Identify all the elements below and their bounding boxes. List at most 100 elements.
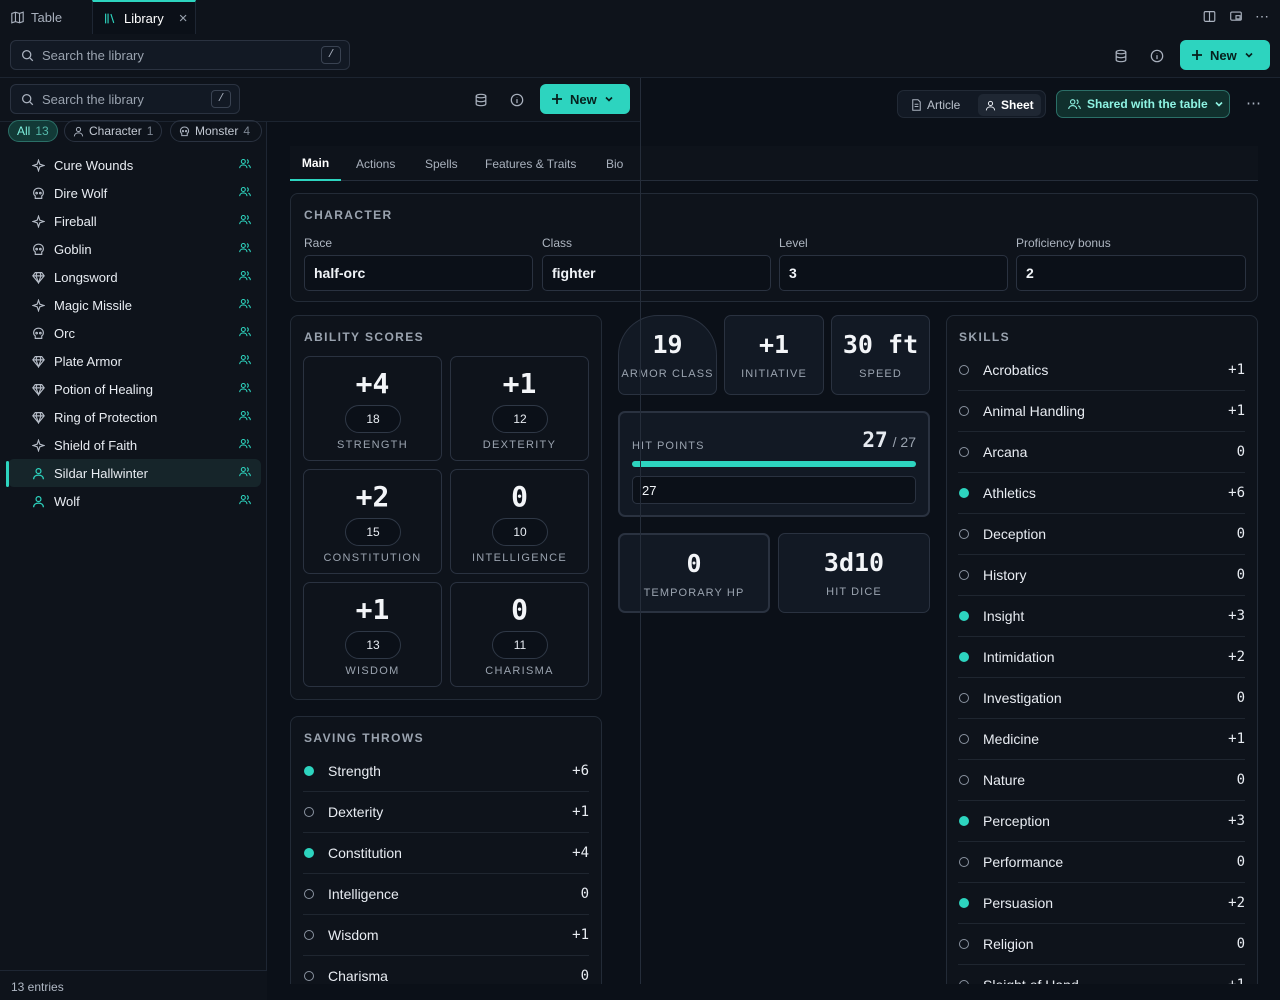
skill-row[interactable]: Arcana 0 [958,432,1245,473]
sidebar-item[interactable]: Goblin [8,235,261,263]
ability-card[interactable]: 0 10 INTELLIGENCE [450,469,589,574]
proficiency-toggle[interactable] [304,807,314,817]
sheet-view-button[interactable]: Sheet [978,94,1041,116]
proficiency-toggle[interactable] [959,488,969,498]
skill-row[interactable]: Religion 0 [958,924,1245,965]
sidebar-item[interactable]: Orc [8,319,261,347]
skill-row[interactable]: Intimidation +2 [958,637,1245,678]
ability-score-input[interactable]: 10 [492,518,548,546]
filter-chip-monster[interactable]: Monster 4 [170,120,262,142]
sidebar-item[interactable]: Magic Missile [8,291,261,319]
ability-score-input[interactable]: 11 [492,631,548,659]
skill-row[interactable]: History 0 [958,555,1245,596]
ability-card[interactable]: +4 18 STRENGTH [303,356,442,461]
skill-row[interactable]: Perception +3 [958,801,1245,842]
proficiency-toggle[interactable] [959,734,969,744]
sidebar-item[interactable]: Longsword [8,263,261,291]
close-icon[interactable]: × [179,10,188,27]
proficiency-toggle[interactable] [959,529,969,539]
sidebar-item[interactable]: Sildar Hallwinter [8,459,261,487]
proficiency-toggle[interactable] [959,652,969,662]
sidebar-item[interactable]: Dire Wolf [8,179,261,207]
ability-score-input[interactable]: 12 [492,405,548,433]
filter-chip-all[interactable]: All 13 [8,120,58,142]
proficiency-toggle[interactable] [304,930,314,940]
proficiency-toggle[interactable] [959,816,969,826]
saving-throw-row[interactable]: Wisdom +1 [303,915,589,956]
new-entry-button[interactable]: New [540,84,630,114]
proficiency-toggle[interactable] [959,939,969,949]
saving-throw-row[interactable]: Dexterity +1 [303,792,589,833]
proficiency-toggle[interactable] [959,898,969,908]
sidebar-item[interactable]: Wolf [8,487,261,515]
proficiency-toggle[interactable] [959,693,969,703]
race-field[interactable]: half-orc [304,255,533,291]
ability-score-input[interactable]: 13 [345,631,401,659]
tab-table[interactable]: Table [0,0,92,34]
proficiency-toggle[interactable] [304,971,314,981]
proficiency-toggle[interactable] [304,766,314,776]
sidebar-item[interactable]: Plate Armor [8,347,261,375]
proficiency-toggle[interactable] [304,889,314,899]
database-icon[interactable] [1109,44,1133,68]
saving-throw-row[interactable]: Intelligence 0 [303,874,589,915]
tab-spells[interactable]: Spells [425,146,458,181]
saving-throw-row[interactable]: Strength +6 [303,751,589,792]
sidebar-item[interactable]: Cure Wounds [8,151,261,179]
new-button[interactable]: New [1180,40,1270,70]
more-options-icon[interactable]: ⋯ [1246,94,1261,112]
sidebar-item[interactable]: Potion of Healing [8,375,261,403]
ability-card[interactable]: +1 13 WISDOM [303,582,442,687]
ability-card[interactable]: +2 15 CONSTITUTION [303,469,442,574]
tab-bio[interactable]: Bio [606,146,623,181]
tab-library[interactable]: Library × [92,0,196,34]
proficiency-toggle[interactable] [959,365,969,375]
skill-row[interactable]: Medicine +1 [958,719,1245,760]
ability-score-input[interactable]: 15 [345,518,401,546]
skill-row[interactable]: Performance 0 [958,842,1245,883]
more-icon[interactable]: ⋯ [1255,8,1269,25]
info-icon[interactable] [505,88,529,112]
sidebar-item[interactable]: Shield of Faith [8,431,261,459]
filter-chip-character[interactable]: Character 1 [64,120,163,142]
sidebar-item[interactable]: Ring of Protection [8,403,261,431]
proficiency-toggle[interactable] [959,857,969,867]
proficiency-toggle[interactable] [959,611,969,621]
info-icon[interactable] [1145,44,1169,68]
ability-card[interactable]: +1 12 DEXTERITY [450,356,589,461]
proficiency-toggle[interactable] [959,570,969,580]
hit-dice-card[interactable]: 3d10 HIT DICE [778,533,930,613]
panel-divider[interactable] [640,78,641,984]
split-view-icon[interactable] [1203,10,1216,23]
class-field[interactable]: fighter [542,255,771,291]
skill-row[interactable]: Acrobatics +1 [958,350,1245,391]
skill-row[interactable]: Animal Handling +1 [958,391,1245,432]
proficiency-toggle[interactable] [959,775,969,785]
library-search-input[interactable]: Search the library / [10,84,240,114]
window-icon[interactable] [1229,10,1243,23]
skill-row[interactable]: Athletics +6 [958,473,1245,514]
proficiency-field[interactable]: 2 [1016,255,1246,291]
skill-row[interactable]: Insight +3 [958,596,1245,637]
global-search-input[interactable]: Search the library / [10,40,350,70]
sidebar-item[interactable]: Fireball [8,207,261,235]
ability-score-input[interactable]: 18 [345,405,401,433]
tab-actions[interactable]: Actions [356,146,395,181]
speed-card[interactable]: 30 ft SPEED [831,315,930,395]
article-view-button[interactable]: Article [904,94,967,116]
proficiency-toggle[interactable] [304,848,314,858]
share-button[interactable]: Shared with the table [1056,90,1230,118]
proficiency-toggle[interactable] [959,447,969,457]
skill-row[interactable]: Deception 0 [958,514,1245,555]
armor-class-card[interactable]: 19 ARMOR CLASS [618,315,717,395]
initiative-card[interactable]: +1 INITIATIVE [724,315,824,395]
tab-features-traits[interactable]: Features & Traits [485,146,576,181]
tab-main[interactable]: Main [290,146,341,181]
skill-row[interactable]: Investigation 0 [958,678,1245,719]
database-icon[interactable] [469,88,493,112]
level-field[interactable]: 3 [779,255,1008,291]
saving-throw-row[interactable]: Constitution +4 [303,833,589,874]
hp-input[interactable]: 27 [632,476,916,504]
skill-row[interactable]: Nature 0 [958,760,1245,801]
ability-card[interactable]: 0 11 CHARISMA [450,582,589,687]
